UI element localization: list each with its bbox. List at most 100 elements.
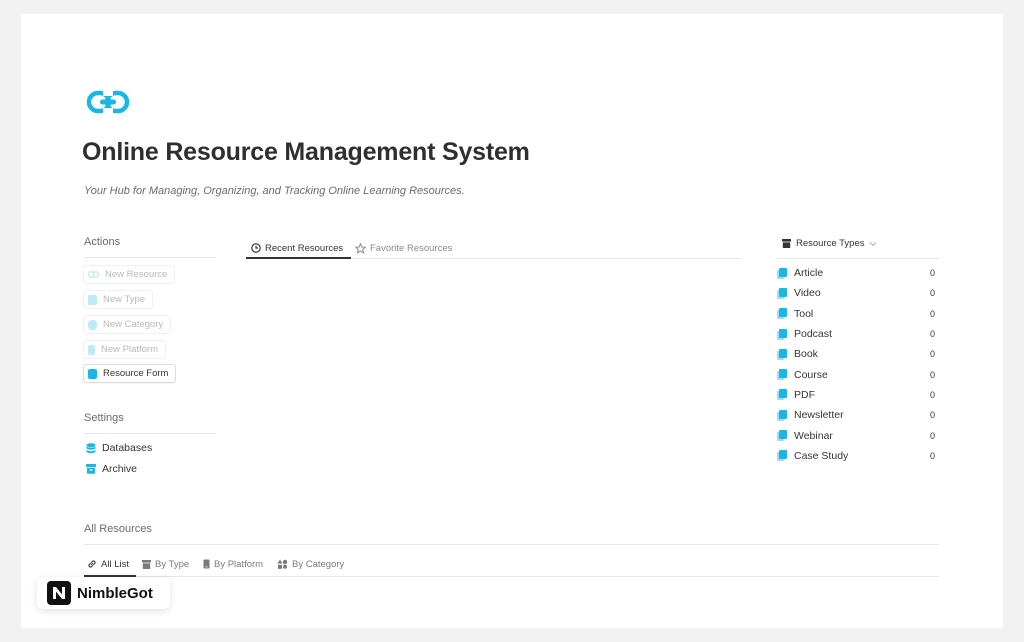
file-icon <box>88 294 97 305</box>
new-type-button[interactable]: New Type <box>83 290 154 309</box>
settings-heading: Settings <box>84 412 124 424</box>
all-resources-divider <box>84 544 939 545</box>
document-icon <box>777 450 787 462</box>
resource-type-count: 0 <box>929 369 935 380</box>
resource-type-count: 0 <box>929 308 935 319</box>
resource-types-divider <box>777 258 939 259</box>
tab-recent-resources-label: Recent Resources <box>265 242 344 254</box>
new-platform-button[interactable]: New Platform <box>83 340 167 359</box>
archive-icon <box>782 239 791 248</box>
page-subtitle: Your Hub for Managing, Organizing, and T… <box>84 185 465 197</box>
settings-divider <box>84 433 216 434</box>
resource-type-count: 0 <box>929 349 935 360</box>
shapes-icon <box>277 559 288 569</box>
layers-icon <box>88 319 97 330</box>
tab-favorite-resources[interactable]: Favorite Resources <box>355 238 452 258</box>
tab-favorite-resources-label: Favorite Resources <box>370 242 453 254</box>
nimblegot-logo-icon <box>47 581 71 605</box>
new-resource-button[interactable]: New Resource <box>83 265 176 284</box>
resource-type-name: Video <box>794 287 821 300</box>
resource-type-count: 0 <box>929 430 935 441</box>
all-resources-tabs-divider <box>84 576 939 577</box>
chevron-down-icon <box>870 241 877 246</box>
resource-type-count: 0 <box>929 329 935 340</box>
settings-item-databases[interactable]: Databases <box>86 442 152 454</box>
tab-by-type[interactable]: By Type <box>142 556 189 572</box>
link-icon <box>86 90 130 114</box>
link-icon <box>88 560 96 568</box>
databases-label: Databases <box>102 442 153 454</box>
resource-form-label: Resource Form <box>103 368 169 379</box>
tab-all-list[interactable]: All List <box>87 556 129 572</box>
resource-type-name: Tool <box>794 307 814 320</box>
resource-type-count: 0 <box>929 410 935 421</box>
archive-icon <box>142 559 151 569</box>
tab-recent-resources[interactable]: Recent Resources <box>251 238 343 258</box>
resource-type-tool[interactable]: Tool 0 <box>777 304 937 324</box>
tab-all-list-label: All List <box>101 558 129 570</box>
database-icon <box>86 442 96 453</box>
clock-icon <box>251 243 261 253</box>
document-icon <box>777 348 787 360</box>
resource-type-case-study[interactable]: Case Study 0 <box>777 446 937 466</box>
new-type-label: New Type <box>103 294 146 305</box>
resource-type-count: 0 <box>929 389 935 400</box>
tab-by-category[interactable]: By Category <box>277 556 344 572</box>
document-icon <box>777 328 787 340</box>
document-icon <box>777 409 787 421</box>
resource-type-name: Webinar <box>794 429 833 442</box>
document-icon <box>777 308 787 320</box>
device-icon <box>88 344 95 355</box>
settings-item-archive[interactable]: Archive <box>86 463 137 475</box>
all-resources-heading: All Resources <box>84 523 152 535</box>
resource-types-list: Article 0 Video 0 Tool 0 Podcast 0 Book … <box>777 263 937 466</box>
tab-by-platform[interactable]: By Platform <box>203 556 263 572</box>
resource-type-pdf[interactable]: PDF 0 <box>777 385 937 405</box>
resource-type-webinar[interactable]: Webinar 0 <box>777 425 937 445</box>
resource-type-newsletter[interactable]: Newsletter 0 <box>777 405 937 425</box>
page: Online Resource Management System Your H… <box>21 14 1003 628</box>
resource-type-video[interactable]: Video 0 <box>777 283 937 303</box>
resource-type-podcast[interactable]: Podcast 0 <box>777 324 937 344</box>
resource-type-name: Article <box>794 267 824 280</box>
actions-divider <box>84 257 216 258</box>
document-icon <box>777 430 787 442</box>
resource-type-name: Course <box>794 368 828 381</box>
archive-icon <box>86 464 96 474</box>
resource-type-name: PDF <box>794 388 815 401</box>
nimblegot-badge[interactable]: NimbleGot <box>37 577 170 609</box>
resource-type-article[interactable]: Article 0 <box>777 263 937 283</box>
star-icon <box>355 242 366 254</box>
resource-type-book[interactable]: Book 0 <box>777 344 937 364</box>
nimblegot-badge-text: NimbleGot <box>77 584 153 602</box>
tab-by-category-label: By Category <box>292 558 345 570</box>
document-icon <box>777 389 787 401</box>
active-tab-indicator <box>246 257 351 259</box>
page-title: Online Resource Management System <box>82 138 530 166</box>
resource-type-name: Case Study <box>794 449 849 462</box>
resource-type-name: Podcast <box>794 328 832 341</box>
document-icon <box>777 287 787 299</box>
actions-heading: Actions <box>84 236 121 248</box>
resource-type-count: 0 <box>929 268 935 279</box>
resource-form-button[interactable]: Resource Form <box>83 364 177 383</box>
new-resource-label: New Resource <box>105 269 168 280</box>
resource-type-count: 0 <box>929 450 935 461</box>
document-icon <box>777 267 787 279</box>
new-category-button[interactable]: New Category <box>83 315 172 334</box>
new-category-label: New Category <box>103 319 164 330</box>
document-icon <box>777 369 787 381</box>
archive-label: Archive <box>102 463 138 475</box>
resource-types-heading: Resource Types <box>796 238 865 249</box>
resource-type-course[interactable]: Course 0 <box>777 364 937 384</box>
new-platform-label: New Platform <box>101 344 159 355</box>
link-icon <box>88 271 99 278</box>
resource-types-view-selector[interactable]: Resource Types <box>782 238 877 249</box>
device-icon <box>203 559 210 569</box>
tab-by-type-label: By Type <box>155 558 190 570</box>
resource-type-count: 0 <box>929 288 935 299</box>
form-icon <box>88 368 97 379</box>
tab-by-platform-label: By Platform <box>214 558 264 570</box>
resource-type-name: Book <box>794 348 818 361</box>
resource-type-name: Newsletter <box>794 409 844 422</box>
